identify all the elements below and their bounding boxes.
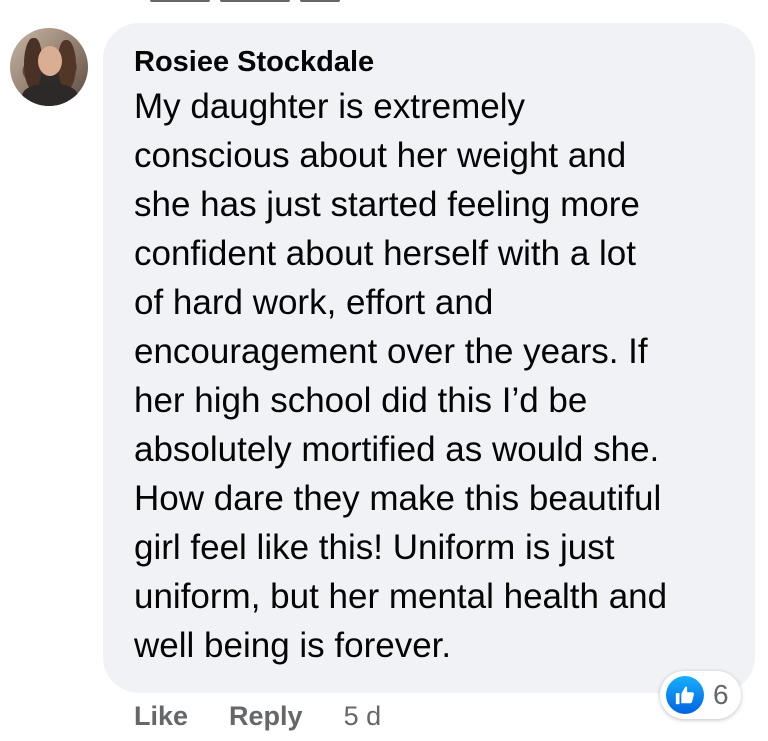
comment-line: encouragement over the years. If (134, 332, 648, 371)
comment-line: well being is forever. (134, 626, 452, 665)
comment-author[interactable]: Rosiee Stockdale (134, 43, 735, 81)
comment-line: girl feel like this! Uniform is just (134, 528, 615, 567)
reaction-count: 6 (713, 679, 729, 710)
comment-line: uniform, but her mental health and (134, 577, 668, 616)
comment-line: confident about herself with a lot (134, 234, 636, 273)
reaction-summary[interactable]: 6 (660, 671, 741, 719)
avatar[interactable] (10, 28, 88, 106)
reply-button[interactable]: Reply (229, 701, 303, 732)
comment-line: her high school did this I’d be (134, 381, 588, 420)
previous-comment-fragment (150, 0, 410, 6)
comment-actions: Like Reply 5 d (134, 698, 381, 734)
like-button[interactable]: Like (134, 701, 188, 732)
comment-text: My daughter is extremely conscious about… (134, 82, 735, 670)
comment-line: she has just started feeling more (134, 185, 640, 224)
comment-bubble: Rosiee Stockdale My daughter is extremel… (103, 23, 755, 693)
comment-line: My daughter is extremely (134, 87, 525, 126)
comment-line: of hard work, effort and (134, 283, 494, 322)
comment-timestamp[interactable]: 5 d (344, 701, 382, 732)
comment-line: absolutely mortified as would she. (134, 430, 660, 469)
comment-line: How dare they make this beautiful (134, 479, 662, 518)
like-thumbs-up-icon (666, 676, 704, 714)
comment-line: conscious about her weight and (134, 136, 627, 175)
